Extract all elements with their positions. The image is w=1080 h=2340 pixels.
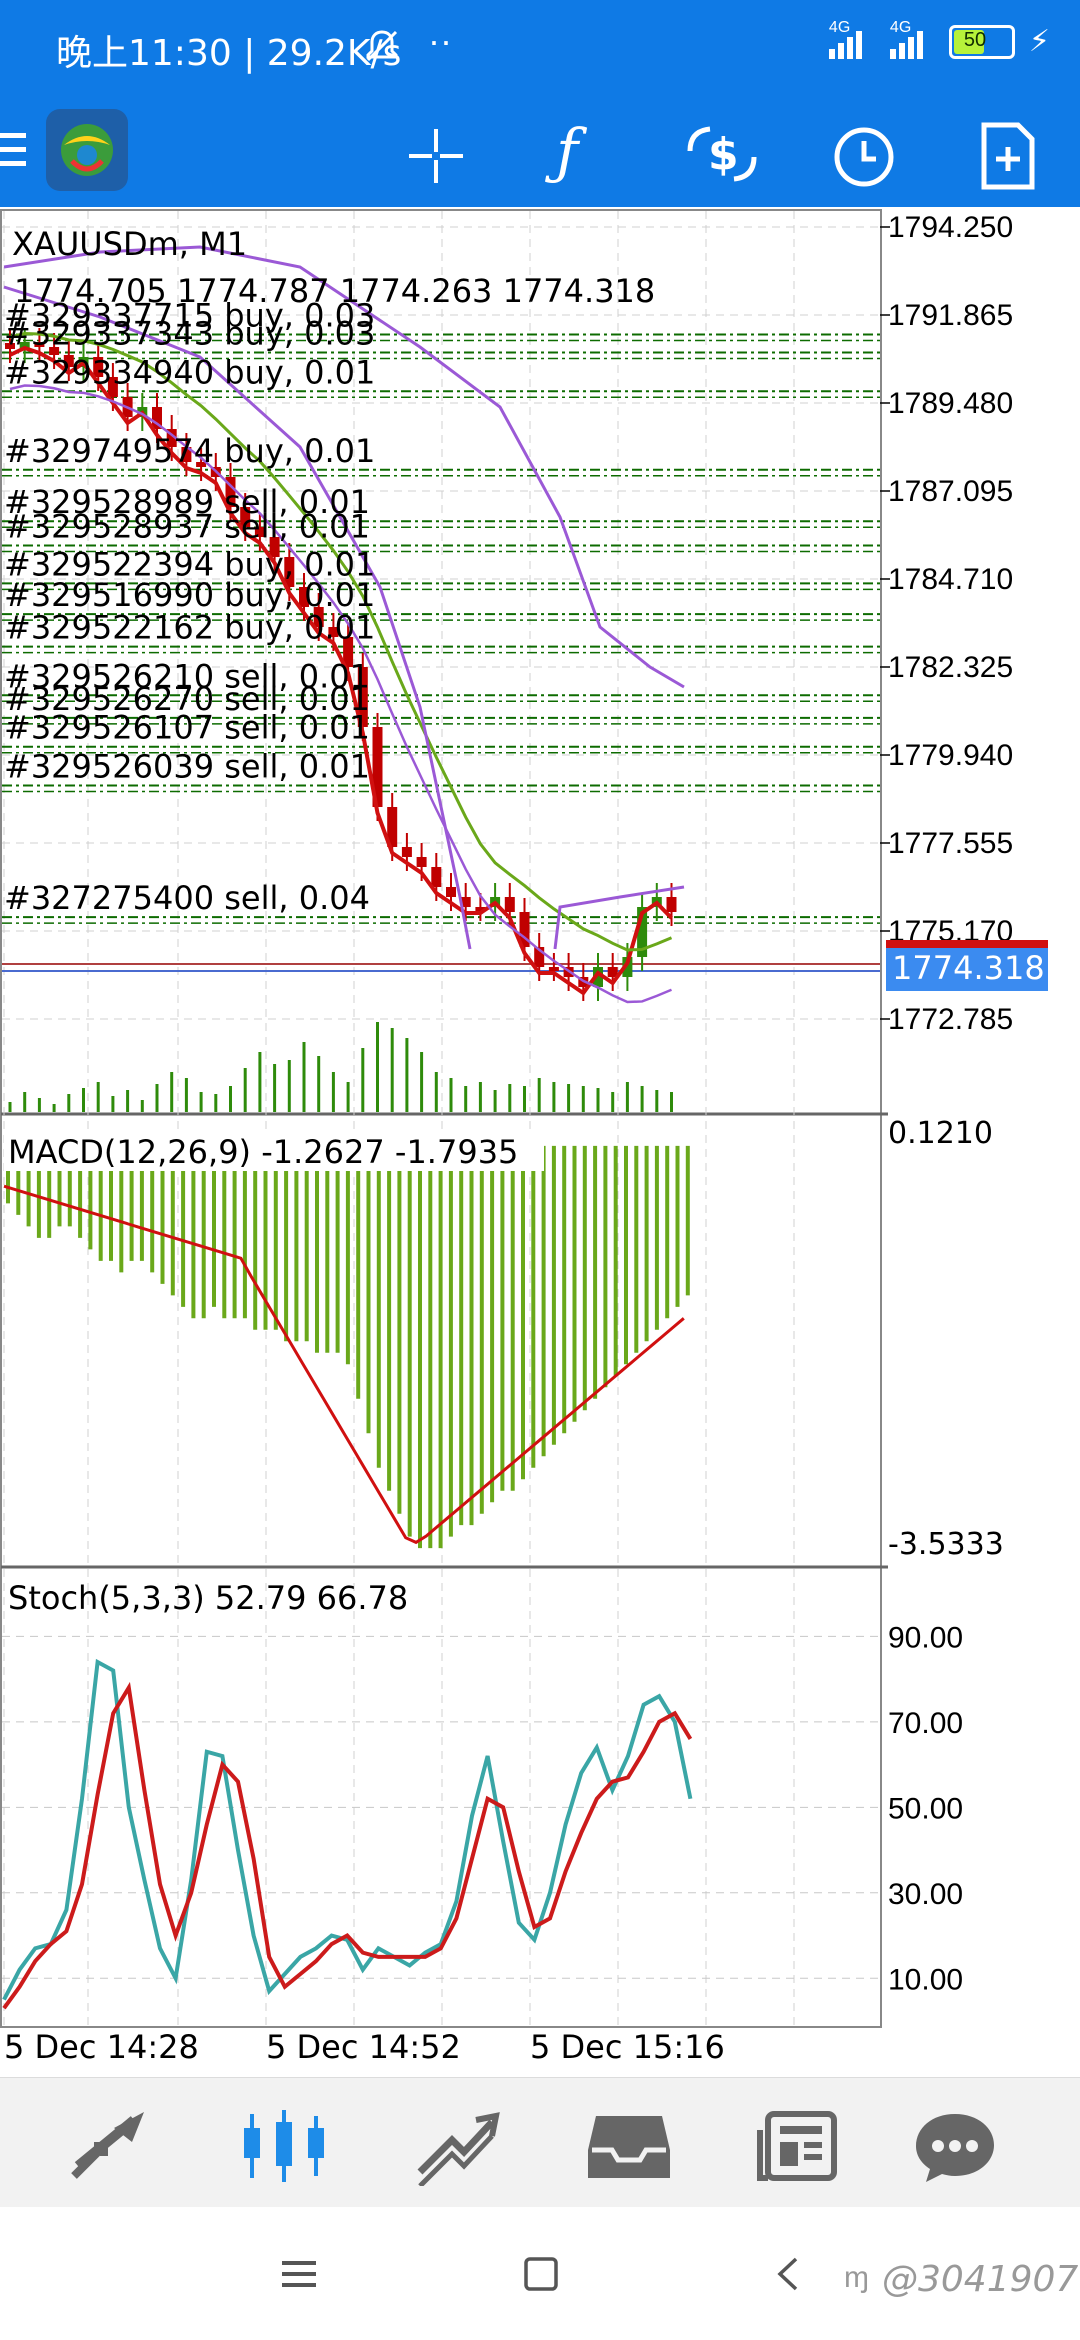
ohlc-label: 1774.705 1774.787 1774.263 1774.318 <box>14 272 655 310</box>
stoch-signal-line <box>2 1681 693 2010</box>
order-label: #329337343 buy, 0.03 <box>4 315 375 353</box>
history-tab[interactable] <box>584 2106 674 2186</box>
candle-body <box>416 857 427 867</box>
trade-icon[interactable]: $ <box>684 121 760 192</box>
stoch-series <box>2 1635 880 2010</box>
chart-tab[interactable] <box>236 2106 326 2186</box>
stoch-level-label: 30.00 <box>888 1878 963 1911</box>
stoch-level-label: 90.00 <box>888 1621 963 1654</box>
signal-icon-1: 4G <box>828 19 862 59</box>
chat-tab[interactable] <box>910 2106 1000 2186</box>
macd-top-value: 0.1210 <box>888 1116 993 1151</box>
svg-text:$: $ <box>708 129 739 180</box>
recents-icon[interactable] <box>282 2259 318 2294</box>
news-tab[interactable] <box>756 2106 846 2186</box>
order-label: #327275400 sell, 0.04 <box>4 879 370 917</box>
price-label: 1787.095 <box>888 475 1013 508</box>
order-label: #329528937 sell, 0.01 <box>4 508 370 546</box>
symbol-label: XAUUSDm, M1 <box>12 225 247 263</box>
macd-signal-line <box>3 1184 685 1545</box>
candle-body <box>666 897 677 912</box>
time-label-2: 5 Dec 14:52 <box>266 2028 461 2066</box>
more-dots-icon: ·· <box>428 20 452 61</box>
price-label: 1789.480 <box>888 387 1013 420</box>
macd-bottom-value: -3.5333 <box>888 1527 1004 1562</box>
price-axis: 1794.250 1791.865 1789.480 1787.095 1784.710… <box>880 211 1013 1996</box>
system-nav-bar: @3041907 ɱ <box>0 2207 1080 2340</box>
bottom-tab-bar <box>0 2077 1080 2208</box>
stoch-level-label: 50.00 <box>888 1792 963 1825</box>
status-time: 晚上11:30 | 29.2K/s <box>56 33 402 74</box>
price-label: 1777.555 <box>888 827 1013 860</box>
back-icon[interactable] <box>776 2255 800 2298</box>
candle-body <box>401 847 412 857</box>
stoch-label: Stoch(5,3,3) 52.79 66.78 <box>8 1579 408 1617</box>
candle-body <box>504 897 515 912</box>
order-label: #329334940 buy, 0.01 <box>4 353 375 391</box>
order-label: #329526107 sell, 0.01 <box>4 709 370 747</box>
price-label: 1779.940 <box>888 739 1013 772</box>
time-label-3: 5 Dec 15:16 <box>530 2028 725 2066</box>
mute-bell-icon <box>362 26 402 71</box>
status-bar: 晚上11:30 | 29.2K/s ·· 4G 4G 50 ⚡ <box>0 0 1080 95</box>
time-label-1: 5 Dec 14:28 <box>4 2028 199 2066</box>
clock-icon[interactable] <box>832 125 896 194</box>
candle-body <box>446 887 456 897</box>
weibo-icon: ɱ <box>844 2261 869 2294</box>
watermark-text: @3041907 <box>882 2259 1079 2300</box>
signal-icon-2: 4G <box>889 19 923 59</box>
quotes-tab[interactable] <box>64 2106 154 2186</box>
chart-canvas[interactable]: 1794.250 1791.865 1789.480 1787.095 1784.710… <box>0 207 1080 2077</box>
crosshair-icon[interactable] <box>405 125 467 192</box>
stoch-level-label: 70.00 <box>888 1707 963 1740</box>
price-label: 1772.785 <box>888 1003 1013 1036</box>
battery-icon: 50 <box>948 24 1015 59</box>
price-label: 1794.250 <box>888 211 1013 244</box>
function-icon[interactable]: ƒ <box>556 117 578 187</box>
order-label: #329522162 buy, 0.01 <box>4 609 375 647</box>
candle-body <box>431 867 442 887</box>
top-toolbar: ƒ $ <box>0 95 1080 207</box>
stoch-main-line <box>2 1658 693 2001</box>
charging-icon: ⚡ <box>1028 25 1050 58</box>
candle-body <box>548 967 559 971</box>
price-label: 1791.865 <box>888 299 1013 332</box>
current-price-marker <box>886 940 1048 948</box>
app-logo[interactable] <box>46 109 128 191</box>
order-label: #329526039 sell, 0.01 <box>4 747 370 785</box>
macd-series <box>3 1145 690 1549</box>
menu-icon[interactable] <box>0 125 28 175</box>
chart-area[interactable]: 1794.250 1791.865 1789.480 1787.095 1784.710… <box>0 207 1080 2077</box>
new-document-icon[interactable] <box>980 121 1036 196</box>
home-icon[interactable] <box>524 2257 558 2296</box>
stoch-level-label: 10.00 <box>888 1963 963 1996</box>
order-label: #329749574 buy, 0.01 <box>4 432 375 470</box>
macd-label: MACD(12,26,9) -1.2627 -1.7935 <box>8 1133 518 1171</box>
price-label: 1784.710 <box>888 563 1013 596</box>
trade-tab[interactable] <box>412 2106 502 2188</box>
order-labels: #329337715 buy, 0.03#329337343 buy, 0.03… <box>4 296 375 917</box>
current-price-value: 1774.318 <box>892 949 1045 987</box>
status-right: 4G 4G 50 ⚡ <box>828 19 1050 59</box>
price-label: 1782.325 <box>888 651 1013 684</box>
